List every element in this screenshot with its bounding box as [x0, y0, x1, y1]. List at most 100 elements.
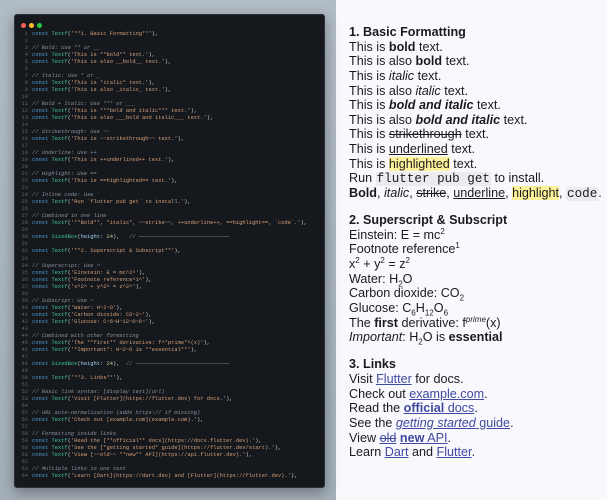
text-span: Carbon dioxide: CO — [349, 286, 460, 301]
code-line: 36 const Textf('Footnote reference^1^'), — [15, 277, 324, 284]
text-span: italic — [383, 186, 410, 201]
text-span: O — [402, 271, 413, 286]
link[interactable]: guide — [476, 416, 510, 430]
section-heading: 2. Superscript & Subscript — [349, 213, 602, 228]
code-line: 39// Subscript: Use ~ — [15, 298, 324, 305]
line-number: 58 — [21, 430, 28, 437]
code-line: 37 const Textf('x^2^ + y^2^ = z^2^'), — [15, 284, 324, 291]
text-span: underlined — [388, 142, 448, 157]
text-span: Einstein: E = mc — [349, 227, 441, 242]
text-span: text. — [449, 156, 478, 171]
line-number: 57 — [21, 423, 28, 430]
line-number: 18 — [21, 150, 28, 157]
text-span: text. — [461, 127, 489, 142]
code-line: 14 — [15, 122, 324, 129]
line-number: 15 — [21, 129, 28, 136]
line-number: 34 — [21, 262, 28, 269]
link[interactable]: Flutter — [376, 372, 412, 386]
heading-text: 3. Links — [349, 357, 396, 372]
code-line: 7// Italic: Use * or _ — [15, 73, 324, 80]
line-number: 61 — [21, 451, 28, 458]
text-span: (x) — [485, 315, 501, 330]
section-heading: 1. Basic Formatting — [349, 25, 602, 40]
text-span: bold — [388, 39, 416, 54]
text-span: This is — [349, 68, 389, 83]
text-span: See the — [349, 416, 396, 431]
text-span: text. — [447, 142, 476, 157]
link[interactable]: getting started — [396, 416, 476, 430]
code-line: 12 const Textf('This is ***bold and itali… — [15, 108, 324, 115]
zoom-window-button[interactable] — [37, 23, 42, 28]
text-span: This is also — [349, 112, 416, 127]
link[interactable]: API — [424, 431, 447, 445]
link[interactable]: docs — [444, 401, 475, 415]
code-line: 24// Inline code: Use ` — [15, 192, 324, 199]
preview-line: Run flutter pub get to install. — [349, 171, 602, 187]
code-line: 43 — [15, 326, 324, 333]
link[interactable]: Flutter — [437, 445, 472, 459]
line-number: 19 — [21, 157, 28, 164]
line-number: 22 — [21, 178, 28, 185]
code-line: 50 const Textf('**3. Links**'), — [15, 375, 324, 382]
preview-line: This is also bold and italic text. — [349, 113, 602, 128]
code-line: 57 — [15, 424, 324, 431]
text-span: . — [510, 416, 514, 431]
minimize-window-button[interactable] — [29, 23, 34, 28]
text-span: 2 — [405, 255, 410, 265]
line-number: 42 — [21, 318, 28, 325]
preview-line: Water: H2O — [349, 271, 602, 288]
preview-line: This is also italic text. — [349, 84, 602, 99]
text-span: for docs. — [411, 372, 464, 387]
code-line: 20 — [15, 164, 324, 171]
link[interactable]: old — [380, 431, 397, 445]
code-line: 22 const Textf('This is ==highlighted== t… — [15, 178, 324, 185]
line-number: 35 — [21, 269, 28, 276]
text-span: H — [415, 301, 425, 316]
preview-line: Carbon dioxide: CO2 — [349, 286, 602, 302]
line-number: 24 — [21, 192, 28, 199]
text-span: text. — [415, 39, 443, 54]
line-number: 27 — [21, 213, 28, 220]
text-span: = z — [384, 257, 406, 272]
code-line: 51 — [15, 382, 324, 389]
line-number: 52 — [21, 388, 28, 395]
text-span: prime — [465, 314, 486, 324]
text-span: This is — [349, 156, 389, 171]
text-span: This is — [349, 142, 389, 157]
line-number: 3 — [24, 45, 28, 52]
line-number: 2 — [24, 38, 28, 45]
text-span: This is also — [349, 54, 416, 69]
text-span: code — [566, 187, 599, 202]
code-line: 46 const Textf('*Important*: H~2~O is **e… — [15, 347, 324, 354]
code-line: 47 — [15, 354, 324, 361]
line-number: 53 — [21, 395, 28, 402]
line-number: 40 — [21, 304, 28, 311]
preview-line: This is highlighted text. — [349, 156, 602, 172]
link[interactable]: example.com — [409, 387, 484, 401]
text-span: Visit — [349, 372, 377, 387]
code-line: 17 — [15, 143, 324, 150]
line-number: 41 — [21, 311, 28, 318]
text-span: This is also — [349, 83, 416, 98]
preview-line: Einstein: E = mc2 — [349, 227, 602, 243]
link[interactable]: Dart — [385, 445, 409, 459]
code-line: 4 const Textf('This is **bold** text.'), — [15, 52, 324, 59]
code-line: 49 — [15, 368, 324, 375]
code-line: 5 const Textf('This is also __bold__ text… — [15, 59, 324, 66]
code-line: 28 const Textf('**Bold**, *italic*, ~~str… — [15, 220, 324, 227]
preview-line: This is also bold text. — [349, 54, 602, 69]
code-line: 35 const Textf('Einstein: E = mc^2^'), — [15, 270, 324, 277]
code-editor[interactable]: 1 const Textf('**1. Basic Formatting**'),… — [15, 31, 324, 480]
close-window-button[interactable] — [21, 23, 26, 28]
preview-line: x2 + y2 = z2 — [349, 255, 602, 272]
text-span: , — [376, 186, 384, 201]
code-line: 10 — [15, 94, 324, 101]
link[interactable]: official — [404, 401, 445, 415]
line-number: 30 — [21, 234, 28, 241]
link[interactable]: new — [400, 431, 425, 445]
line-number: 14 — [21, 122, 28, 129]
code-line: 30 const SizedBox(height: 24), // ───────… — [15, 234, 324, 241]
text-span: Learn — [349, 445, 385, 460]
code-line: 48 const SizedBox(height: 24), // ───────… — [15, 361, 324, 368]
text-span: View — [349, 430, 380, 445]
